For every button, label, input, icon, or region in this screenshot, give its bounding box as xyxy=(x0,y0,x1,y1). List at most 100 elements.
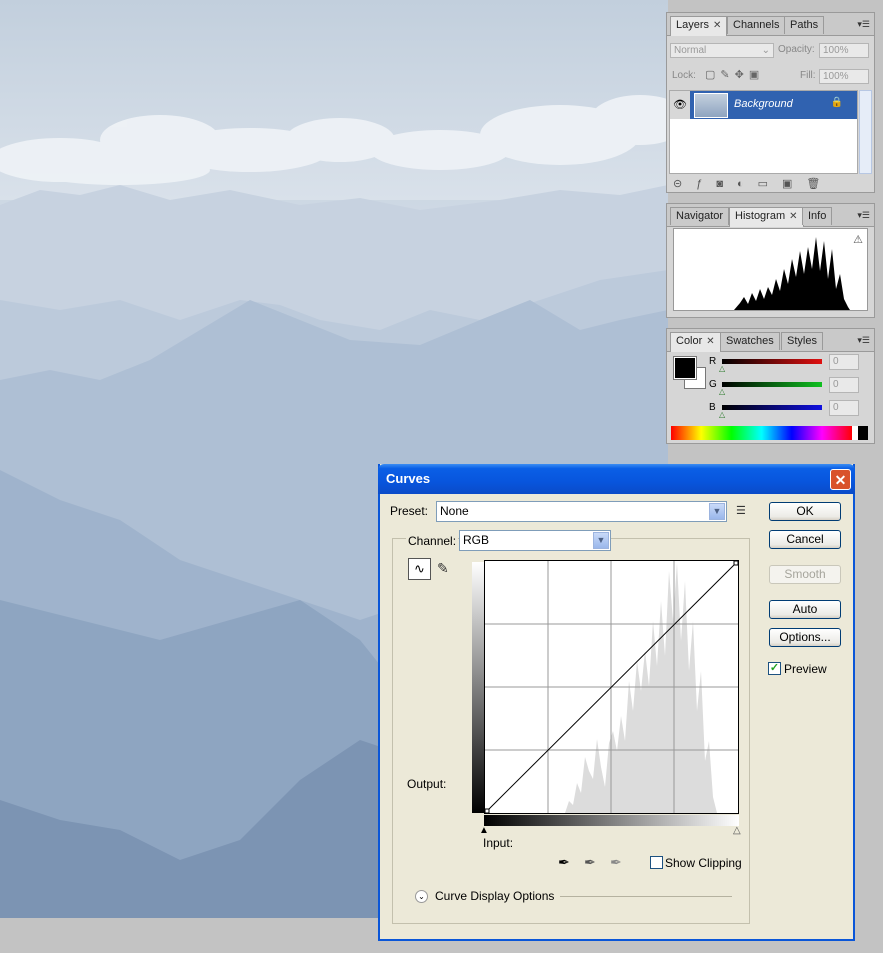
opacity-label: Opacity: xyxy=(778,44,815,55)
tab-histogram-label: Histogram xyxy=(735,210,786,222)
layer-name[interactable]: Background xyxy=(734,98,793,110)
layer-row-background[interactable]: 👁 Background 🔒 xyxy=(670,91,857,119)
preset-options-icon[interactable]: ☰ xyxy=(736,504,746,517)
show-clipping-checkbox[interactable] xyxy=(650,856,663,869)
black-eyedropper-icon[interactable]: ✒ xyxy=(558,854,570,871)
slider-handle-g[interactable]: △ xyxy=(719,387,725,396)
pencil-icon[interactable]: ✎ xyxy=(437,560,449,577)
eye-icon[interactable]: 👁 xyxy=(670,91,690,119)
histogram-display: ⚠ xyxy=(673,228,868,311)
fill-field[interactable]: 100% xyxy=(819,69,869,84)
smooth-button[interactable]: Smooth xyxy=(769,565,841,584)
options-divider xyxy=(560,896,732,897)
expand-curve-options-button[interactable]: ⌄ xyxy=(415,890,428,903)
tab-info[interactable]: Info xyxy=(802,207,833,225)
channel-field-r[interactable]: 0 xyxy=(829,354,859,370)
channel-select[interactable]: RGB ▼ xyxy=(459,530,611,551)
tab-paths[interactable]: Paths xyxy=(784,16,825,34)
fill-label: Fill: xyxy=(800,70,816,81)
preview-checkbox[interactable]: ✓ xyxy=(768,662,781,675)
channel-value-r: 0 xyxy=(833,356,839,367)
tab-channels[interactable]: Channels xyxy=(727,16,786,34)
white-eyedropper-icon[interactable]: ✒ xyxy=(610,854,622,871)
channel-label-g: G xyxy=(709,379,717,390)
chevron-down-icon: ▼ xyxy=(593,532,609,549)
tab-color-label: Color xyxy=(676,335,703,347)
histogram-graph xyxy=(734,237,850,310)
slider-handle-b[interactable]: △ xyxy=(719,410,725,419)
tab-layers-label: Layers xyxy=(676,19,710,31)
histogram-panel-tabs: Navigator Histogram ✕ Info ▾☰ xyxy=(667,204,874,227)
cancel-button[interactable]: Cancel xyxy=(769,530,841,549)
chevron-down-icon: ▼ xyxy=(709,503,725,520)
tab-color[interactable]: Color ✕ xyxy=(670,332,721,352)
blend-mode-value: Normal xyxy=(674,45,707,56)
tab-layers[interactable]: Layers ✕ xyxy=(670,16,728,36)
warning-icon[interactable]: ⚠ xyxy=(853,233,863,246)
preset-label: Preset: xyxy=(390,504,429,518)
gray-eyedropper-icon[interactable]: ✒ xyxy=(584,854,596,871)
lock-icons[interactable]: ▢✎✥▣ xyxy=(705,68,764,81)
ok-button[interactable]: OK xyxy=(769,502,841,521)
channel-field-g[interactable]: 0 xyxy=(829,377,859,393)
channel-label-r: R xyxy=(709,356,717,367)
color-slider-g: G △ 0 xyxy=(707,377,867,401)
channel-field-b[interactable]: 0 xyxy=(829,400,859,416)
lock-icon: 🔒 xyxy=(830,97,843,108)
color-slider-r: R △ 0 xyxy=(707,354,867,378)
preset-select[interactable]: None ▼ xyxy=(436,501,727,522)
foreground-color-swatch[interactable] xyxy=(673,356,697,380)
close-button[interactable]: ✕ xyxy=(830,469,851,490)
curve-graph-svg xyxy=(484,560,739,814)
options-button[interactable]: Options... xyxy=(769,628,841,647)
preview-label[interactable]: Preview xyxy=(784,662,827,676)
input-gradient-bar xyxy=(484,815,739,826)
curve-point-tool[interactable]: ∿ xyxy=(408,558,431,580)
close-icon[interactable]: ✕ xyxy=(789,211,797,222)
channel-value: RGB xyxy=(463,533,490,547)
tab-swatches[interactable]: Swatches xyxy=(720,332,780,350)
lock-label: Lock: xyxy=(672,70,696,81)
tab-styles[interactable]: Styles xyxy=(781,332,823,350)
curve-graph[interactable] xyxy=(484,560,739,814)
close-icon[interactable]: ✕ xyxy=(713,20,721,31)
slider-handle-r[interactable]: △ xyxy=(719,364,725,373)
tab-navigator[interactable]: Navigator xyxy=(670,207,730,225)
dialog-title-bar[interactable]: Curves ✕ xyxy=(378,464,855,494)
channel-label-b: B xyxy=(709,402,716,413)
auto-button[interactable]: Auto xyxy=(769,600,841,619)
color-slider-b: B △ 0 xyxy=(707,400,867,424)
curve-display-options-label[interactable]: Curve Display Options xyxy=(435,889,554,903)
layers-scrollbar[interactable] xyxy=(859,90,872,174)
color-panel: Color ✕ Swatches Styles ▾☰ R △ 0 G △ 0 B … xyxy=(666,328,875,444)
color-spectrum-bar[interactable] xyxy=(671,426,868,440)
black-point-slider[interactable]: ▲ xyxy=(479,825,489,836)
input-label: Input: xyxy=(483,836,514,850)
output-gradient-bar xyxy=(472,562,484,813)
panel-menu-icon[interactable]: ▾☰ xyxy=(857,210,870,221)
tab-histogram[interactable]: Histogram ✕ xyxy=(729,207,804,227)
layer-thumbnail xyxy=(694,93,728,118)
dialog-title: Curves xyxy=(386,471,431,486)
chevron-down-icon: ⌄ xyxy=(761,45,770,56)
channel-label: Channel: xyxy=(406,534,459,548)
preset-value: None xyxy=(440,504,469,518)
panel-menu-icon[interactable]: ▾☰ xyxy=(857,19,870,30)
layers-footer-icons[interactable]: ⊝ƒ◙◐▭▣🗑 xyxy=(673,177,834,190)
slider-track-b[interactable] xyxy=(722,405,822,410)
panel-menu-icon[interactable]: ▾☰ xyxy=(857,335,870,346)
opacity-field[interactable]: 100% xyxy=(819,43,869,58)
slider-track-r[interactable] xyxy=(722,359,822,364)
opacity-value: 100% xyxy=(823,45,849,56)
channel-value-b: 0 xyxy=(833,402,839,413)
color-panel-tabs: Color ✕ Swatches Styles ▾☰ xyxy=(667,329,874,352)
blend-mode-select[interactable]: Normal ⌄ xyxy=(670,43,774,58)
close-icon[interactable]: ✕ xyxy=(706,336,714,347)
layers-list: 👁 Background 🔒 xyxy=(669,90,858,174)
white-point-slider[interactable]: △ xyxy=(733,825,741,836)
channel-value-g: 0 xyxy=(833,379,839,390)
output-label: Output: xyxy=(407,777,447,791)
histogram-panel: Navigator Histogram ✕ Info ▾☰ ⚠ xyxy=(666,203,875,318)
slider-track-g[interactable] xyxy=(722,382,822,387)
show-clipping-label[interactable]: Show Clipping xyxy=(665,856,742,870)
